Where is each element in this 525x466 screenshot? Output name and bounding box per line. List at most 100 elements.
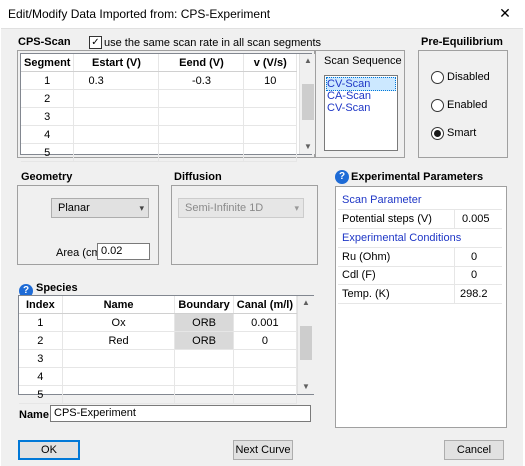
radio-enabled[interactable] [431,99,444,112]
table-row[interactable]: 2 Red ORB 0 [19,331,298,350]
table-row[interactable]: 5 [21,143,297,162]
name-cell[interactable] [62,367,176,386]
list-item[interactable]: CV-Scan [326,77,396,91]
scroll-up-icon[interactable]: ▲ [298,298,314,307]
col-v[interactable]: v (V/s) [243,54,297,72]
radio-disabled[interactable] [431,71,444,84]
cps-scan-scrollbar[interactable]: ▲ ▼ [299,54,316,154]
cps-scan-heading: CPS-Scan [18,36,71,48]
table-row[interactable]: 1 0.3 -0.3 10 [21,71,297,90]
scroll-up-icon[interactable]: ▲ [300,56,316,65]
close-icon[interactable]: ✕ [494,4,516,22]
scroll-down-icon[interactable]: ▼ [300,142,316,151]
cps-scan-grid[interactable]: Segment Estart (V) Eend (V) v (V/s) 1 0.… [20,53,316,162]
index-cell: 1 [19,313,63,332]
ru-value[interactable]: 0 [471,251,477,263]
same-rate-label: use the same scan rate in all scan segme… [104,37,322,49]
table-row[interactable]: 3 [21,107,297,126]
canal-cell[interactable] [233,349,298,368]
next-curve-button[interactable]: Next Curve [233,440,293,460]
cdl-row[interactable]: Cdl (F) 0 [338,266,502,285]
name-cell[interactable]: Ox [62,313,176,332]
canal-cell[interactable]: 0 [233,331,298,350]
potential-steps-value[interactable]: 0.005 [462,213,490,225]
chevron-down-icon: ▾ [139,203,144,213]
boundary-cell[interactable] [174,385,234,404]
temp-row[interactable]: Temp. (K) 298.2 [338,285,502,304]
eend-cell[interactable] [158,125,245,144]
boundary-cell[interactable]: ORB [174,331,234,350]
col-index[interactable]: Index [19,296,63,314]
segment-cell: 2 [21,89,75,108]
eend-cell[interactable]: -0.3 [158,71,245,90]
segment-cell: 4 [21,125,75,144]
name-cell[interactable] [62,349,176,368]
ok-button[interactable]: OK [18,440,80,460]
segment-cell: 3 [21,107,75,126]
list-item[interactable]: CV-Scan [327,102,370,114]
cancel-button[interactable]: Cancel [444,440,504,460]
col-canal[interactable]: Canal (m/l) [233,296,298,314]
col-eend[interactable]: Eend (V) [158,54,245,72]
info-icon[interactable]: ? [335,170,349,184]
geometry-panel: Planar ▾ Area (cm²) 0.02 [17,185,159,265]
experimental-parameters-panel: Scan Parameter Potential steps (V) 0.005… [335,186,507,428]
list-item[interactable]: CA-Scan [327,90,371,102]
window-title: Edit/Modify Data Imported from: CPS-Expe… [8,7,271,21]
name-input[interactable]: CPS-Experiment [50,405,311,422]
boundary-cell[interactable]: ORB [174,313,234,332]
potential-steps-row[interactable]: Potential steps (V) 0.005 [338,209,502,229]
col-name[interactable]: Name [62,296,176,314]
table-row[interactable]: 5 [19,385,298,404]
same-rate-checkbox[interactable]: ✓ [89,36,102,49]
canal-cell[interactable] [233,367,298,386]
v-cell[interactable] [243,107,297,126]
radio-smart[interactable] [431,127,444,140]
ru-label: Ru (Ohm) [342,251,391,263]
eend-cell[interactable] [158,107,245,126]
table-row[interactable]: 1 Ox ORB 0.001 [19,313,298,332]
v-cell[interactable]: 10 [243,71,297,90]
cdl-label: Cdl (F) [342,269,376,281]
scroll-thumb[interactable] [300,326,312,360]
species-grid[interactable]: Index Name Boundary Canal (m/l) 1 Ox ORB… [18,295,314,404]
estart-cell[interactable]: 0.3 [73,71,160,90]
cdl-value[interactable]: 0 [471,269,477,281]
species-scrollbar[interactable]: ▲ ▼ [297,296,314,394]
col-estart[interactable]: Estart (V) [73,54,160,72]
boundary-cell[interactable] [174,349,234,368]
scroll-down-icon[interactable]: ▼ [298,382,314,391]
estart-cell[interactable] [73,143,160,162]
geometry-dropdown[interactable]: Planar ▾ [51,198,149,218]
geometry-selected: Planar [58,202,90,214]
name-label: Name [19,409,49,421]
canal-cell[interactable] [233,385,298,404]
boundary-cell[interactable] [174,367,234,386]
temp-value[interactable]: 298.2 [460,288,488,300]
name-cell[interactable] [62,385,176,404]
name-cell[interactable]: Red [62,331,176,350]
table-row[interactable]: 4 [19,367,298,386]
table-row[interactable]: 3 [19,349,298,368]
scan-sequence-list[interactable]: CV-Scan CA-Scan CV-Scan [324,75,398,151]
eend-cell[interactable] [158,89,245,108]
diffusion-dropdown[interactable]: Semi-Infinite 1D ▾ [178,198,304,218]
cps-scan-panel: Segment Estart (V) Eend (V) v (V/s) 1 0.… [17,50,316,162]
chevron-down-icon: ▾ [294,203,299,213]
table-row[interactable]: 2 [21,89,297,108]
v-cell[interactable] [243,89,297,108]
col-boundary[interactable]: Boundary [174,296,234,314]
estart-cell[interactable] [73,125,160,144]
area-input[interactable]: 0.02 [97,243,150,260]
v-cell[interactable] [243,125,297,144]
estart-cell[interactable] [73,89,160,108]
scroll-thumb[interactable] [302,84,314,120]
eend-cell[interactable] [158,143,245,162]
canal-cell[interactable]: 0.001 [233,313,298,332]
table-row[interactable]: 4 [21,125,297,144]
estart-cell[interactable] [73,107,160,126]
v-cell[interactable] [243,143,297,162]
ru-row[interactable]: Ru (Ohm) 0 [338,247,502,267]
col-segment[interactable]: Segment [21,54,75,72]
pre-equilibrium-panel: Disabled Enabled Smart [418,50,508,158]
